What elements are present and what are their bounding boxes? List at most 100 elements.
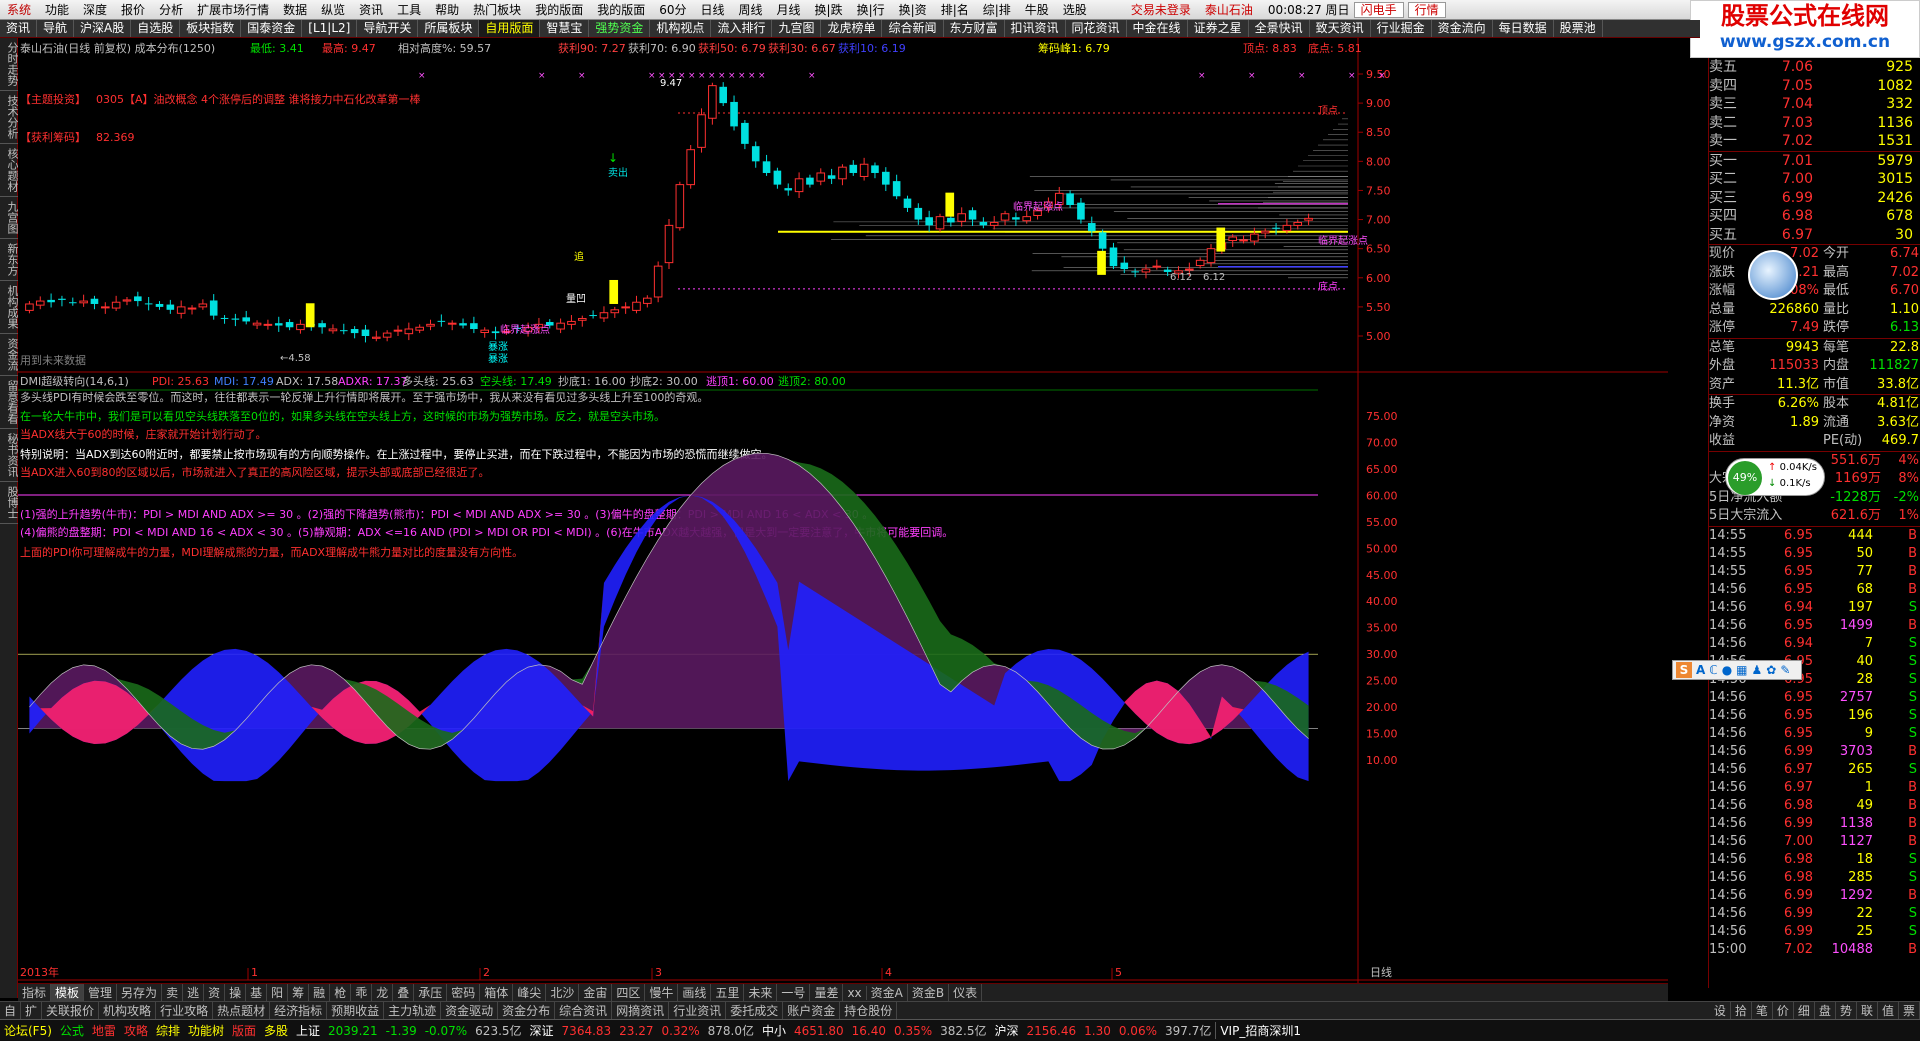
right-tab[interactable]: 笔 — [1752, 1002, 1773, 1019]
indicator-tab[interactable]: 慢牛 — [645, 984, 679, 1001]
indicator-tab[interactable]: xx — [843, 985, 867, 1000]
network-speed-widget[interactable]: 49% ↑ 0.04K/s ↓ 0.1K/s — [1725, 458, 1825, 496]
toolbar-item[interactable]: 自用版面 — [479, 20, 541, 37]
toolbar-item[interactable]: 中金在线 — [1127, 20, 1188, 37]
info-tab[interactable]: 主力轨迹 — [384, 1002, 442, 1019]
left-tab[interactable]: 资金流 — [0, 334, 19, 376]
right-tab[interactable]: 势 — [1836, 1002, 1857, 1019]
period-label[interactable]: 日线 — [1370, 965, 1392, 979]
toolbar-item[interactable]: 证券之星 — [1188, 20, 1249, 37]
toolbar-item[interactable]: 致天资讯 — [1310, 20, 1371, 37]
toolbar-item[interactable]: 每日数据 — [1493, 20, 1554, 37]
menu-item[interactable]: 换|资 — [892, 1, 934, 18]
order-row[interactable]: 买三 6.99 2426 — [1709, 189, 1920, 208]
menu-item[interactable]: 报价 — [114, 1, 152, 18]
info-tab[interactable]: 机构攻略 — [99, 1002, 157, 1019]
info-tab[interactable]: 自 — [0, 1002, 22, 1019]
right-tab[interactable]: 拾 — [1731, 1002, 1752, 1019]
toolbar-item[interactable]: 东方财富 — [944, 20, 1005, 37]
right-tab[interactable]: 设 — [1710, 1002, 1731, 1019]
menu-item[interactable]: 牛股 — [1018, 1, 1056, 18]
info-tab[interactable]: 行业资讯 — [669, 1002, 727, 1019]
dilei-link[interactable]: 地雷 — [88, 1022, 120, 1039]
ime-english-icon[interactable]: A — [1696, 663, 1705, 677]
menu-item[interactable]: 换|行 — [850, 1, 892, 18]
zongpai-link[interactable]: 综排 — [152, 1022, 184, 1039]
info-tab[interactable]: 行业攻略 — [156, 1002, 214, 1019]
order-row[interactable]: 买四 6.98 678 — [1709, 207, 1920, 226]
right-tab[interactable]: 价 — [1773, 1002, 1794, 1019]
function-tree-link[interactable]: 功能树 — [184, 1022, 228, 1039]
left-tab[interactable]: 股博士 — [0, 482, 19, 524]
indicator-tab[interactable]: 逃 — [183, 984, 205, 1001]
order-row[interactable]: 买五 6.97 30 — [1709, 226, 1920, 245]
toolbar-item[interactable]: 智慧宝 — [540, 20, 590, 37]
chart-area[interactable]: 泰山石油(日线 前复权) 成本分布(1250) 最低: 3.41 最高: 9.47 相… — [18, 38, 1668, 991]
right-tab[interactable]: 值 — [1878, 1002, 1899, 1019]
ime-keyboard-icon[interactable]: ▦ — [1736, 663, 1747, 677]
menu-item[interactable]: 资讯 — [352, 1, 390, 18]
menu-item[interactable]: 月线 — [770, 1, 808, 18]
order-row[interactable]: 卖一 7.02 1531 — [1709, 132, 1920, 151]
toolbar-item[interactable]: 沪深A股 — [74, 20, 132, 37]
indicator-tab[interactable]: 卖 — [162, 984, 184, 1001]
toolbar-item[interactable]: 资金流向 — [1432, 20, 1493, 37]
multi-stock-link[interactable]: 多股 — [260, 1022, 292, 1039]
toolbar-item[interactable]: 导航 — [37, 20, 75, 37]
indicator-tab[interactable]: 基 — [246, 984, 268, 1001]
indicator-tab[interactable]: 叠 — [393, 984, 415, 1001]
menu-item[interactable]: 深度 — [76, 1, 114, 18]
menu-item[interactable]: 热门板块 — [466, 1, 528, 18]
menu-item[interactable]: 60分 — [652, 1, 693, 18]
indicator-tab[interactable]: 融 — [309, 984, 331, 1001]
left-tab[interactable]: 留意看看 — [0, 376, 19, 429]
right-tab[interactable]: 盘 — [1815, 1002, 1836, 1019]
indicator-tab[interactable]: 另存为 — [117, 984, 163, 1001]
indicator-tab[interactable]: 画线 — [678, 984, 712, 1001]
indicator-tab[interactable]: 管理 — [84, 984, 118, 1001]
menu-item[interactable]: 我的版面 — [590, 1, 652, 18]
toolbar-item[interactable]: [L1|L2] — [302, 20, 358, 37]
toolbar-item[interactable]: 股票池 — [1554, 20, 1603, 37]
toolbar-item[interactable]: 所属板块 — [418, 20, 480, 37]
indicator-tab[interactable]: 未来 — [744, 984, 778, 1001]
info-tab[interactable]: 综合资讯 — [555, 1002, 613, 1019]
menu-item[interactable]: 纵览 — [314, 1, 352, 18]
toolbar-item[interactable]: 全景快讯 — [1249, 20, 1310, 37]
toolbar-item[interactable]: 综合新闻 — [882, 20, 944, 37]
menu-item[interactable]: 系统 — [0, 1, 38, 18]
indicator-tab[interactable]: 金宙 — [579, 984, 613, 1001]
right-tab[interactable]: 细 — [1794, 1002, 1815, 1019]
menu-item[interactable]: 工具 — [390, 1, 428, 18]
ime-mic-icon[interactable]: ● — [1722, 663, 1732, 677]
indicator-tab[interactable]: 筹 — [288, 984, 310, 1001]
tick-list[interactable]: 14:55 6.95 444 B 14:55 6.95 50 B 14:55 6.95 77 B 14:… — [1709, 527, 1920, 959]
indicator-tab[interactable]: 密码 — [447, 984, 481, 1001]
info-tab[interactable]: 关联报价 — [42, 1002, 100, 1019]
order-row[interactable]: 卖四 7.05 1082 — [1709, 77, 1920, 96]
menu-item[interactable]: 日线 — [694, 1, 732, 18]
toolbar-item[interactable]: 板块指数 — [180, 20, 242, 37]
info-tab[interactable]: 资金驱动 — [441, 1002, 499, 1019]
indicator-tab[interactable]: 操 — [225, 984, 247, 1001]
info-tab[interactable]: 经济指标 — [270, 1002, 328, 1019]
indicator-tab[interactable]: 峰尖 — [513, 984, 547, 1001]
vip-server[interactable]: VIP_招商深圳1 — [1215, 1022, 1305, 1039]
indicator-tab[interactable]: 箱体 — [480, 984, 514, 1001]
indicator-tab[interactable]: 乖 — [351, 984, 373, 1001]
menu-item[interactable]: 排|名 — [934, 1, 976, 18]
toolbar-item[interactable]: 导航开关 — [357, 20, 419, 37]
indicator-tab[interactable]: 仪表 — [949, 984, 983, 1001]
toolbar-item[interactable]: 国泰资金 — [241, 20, 303, 37]
menu-item[interactable]: 帮助 — [428, 1, 466, 18]
menu-item[interactable]: 功能 — [38, 1, 76, 18]
menu-item[interactable]: 周线 — [732, 1, 770, 18]
indicator-tab[interactable]: 资金A — [867, 984, 908, 1001]
toolbar-item[interactable]: 行业掘金 — [1371, 20, 1432, 37]
indicator-tab[interactable]: 一号 — [777, 984, 811, 1001]
indicator-tab[interactable]: 五里 — [711, 984, 745, 1001]
menu-item[interactable]: 选股 — [1056, 1, 1094, 18]
order-row[interactable]: 卖二 7.03 1136 — [1709, 114, 1920, 133]
info-tab[interactable]: 委托成交 — [726, 1002, 784, 1019]
ime-skin-icon[interactable]: ✿ — [1766, 663, 1776, 677]
